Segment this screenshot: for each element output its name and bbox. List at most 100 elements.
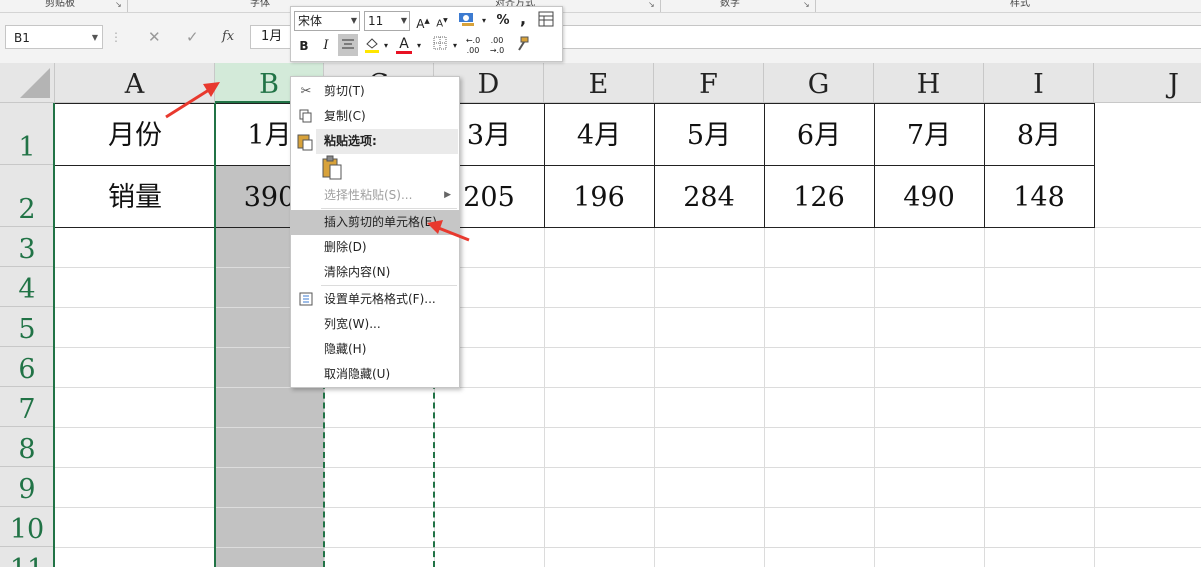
- cell-f2[interactable]: 284: [654, 165, 764, 227]
- font-name-select[interactable]: 宋体 ▼: [294, 11, 360, 31]
- ribbon-separator: [127, 0, 128, 12]
- insert-function-icon[interactable]: fx: [222, 25, 234, 49]
- column-header-i[interactable]: I: [984, 63, 1094, 103]
- cell-i2[interactable]: 148: [984, 165, 1094, 227]
- gridline: [55, 467, 1201, 468]
- ribbon-group-labels: 剪贴板 ↘ 字体 对齐方式 ↘ 数字 ↘ 样式: [0, 0, 1201, 13]
- bold-button[interactable]: B: [295, 36, 313, 56]
- column-header-h[interactable]: H: [874, 63, 984, 103]
- font-name-value: 宋体: [298, 14, 323, 28]
- menu-item-unhide[interactable]: 取消隐藏(U): [291, 362, 459, 387]
- gridline: [55, 267, 1201, 268]
- gridline: [55, 307, 1201, 308]
- cell-h2[interactable]: 490: [874, 165, 984, 227]
- menu-item-clear-contents[interactable]: 清除内容(N): [291, 260, 459, 285]
- format-painter-icon[interactable]: [513, 36, 531, 56]
- cell-i1[interactable]: 8月: [984, 103, 1094, 165]
- table-border: [544, 103, 545, 227]
- row-selection-indicator: [0, 103, 55, 567]
- menu-item-copy[interactable]: 复制(C): [291, 104, 459, 129]
- italic-button[interactable]: I: [317, 36, 335, 56]
- menu-item-column-width[interactable]: 列宽(W)...: [291, 312, 459, 337]
- paste-options-header: 粘贴选项:: [316, 129, 458, 154]
- cell-a1[interactable]: 月份: [55, 103, 215, 165]
- chevron-down-icon: ▼: [350, 16, 357, 25]
- column-header-g[interactable]: G: [764, 63, 874, 103]
- menu-item-format-cells[interactable]: 设置单元格格式(F)...: [291, 287, 459, 312]
- gridline: [55, 547, 1201, 548]
- menu-item-delete[interactable]: 删除(D): [291, 235, 459, 260]
- ribbon-separator: [815, 0, 816, 12]
- table-border: [55, 165, 1095, 166]
- chevron-down-icon[interactable]: ▾: [415, 36, 423, 56]
- number-launcher-icon[interactable]: ↘: [803, 0, 810, 9]
- ribbon-group-clipboard: 剪贴板: [45, 0, 75, 9]
- cell-g2[interactable]: 126: [764, 165, 874, 227]
- font-color-icon[interactable]: A: [395, 34, 413, 54]
- percent-style-icon[interactable]: %: [494, 11, 512, 31]
- scissors-icon: ✂: [300, 84, 312, 99]
- cancel-icon[interactable]: ✕: [148, 25, 161, 49]
- alignment-launcher-icon[interactable]: ↘: [648, 0, 655, 9]
- paste-options-icon: [297, 129, 315, 154]
- menu-separator: [321, 285, 457, 286]
- ribbon-group-styles: 样式: [1010, 0, 1030, 9]
- menu-item-cut[interactable]: ✂ 剪切(T): [291, 79, 459, 104]
- formula-bar-area: B1 ▼ ⋮ ✕ ✓ fx 1月: [0, 13, 1201, 63]
- cell-h1[interactable]: 7月: [874, 103, 984, 165]
- select-all-corner[interactable]: [0, 63, 55, 103]
- chevron-down-icon[interactable]: ▾: [382, 36, 390, 56]
- clipboard-launcher-icon[interactable]: ↘: [115, 0, 122, 9]
- enter-icon[interactable]: ✓: [186, 25, 199, 49]
- menu-separator: [321, 208, 457, 209]
- decrease-decimal-icon[interactable]: .00 →.0: [487, 36, 507, 56]
- cell-g1[interactable]: 6月: [764, 103, 874, 165]
- name-box[interactable]: B1 ▼: [5, 25, 103, 49]
- column-header-f[interactable]: F: [654, 63, 764, 103]
- menu-item-paste-special[interactable]: 选择性粘贴(S)... ▶: [291, 183, 459, 208]
- accounting-format-icon[interactable]: [457, 11, 477, 31]
- chevron-down-icon[interactable]: ▼: [92, 26, 98, 50]
- format-cells-icon: [297, 287, 315, 312]
- cell-a2[interactable]: 销量: [55, 165, 215, 227]
- center-align-icon[interactable]: [338, 34, 358, 56]
- ribbon-group-number: 数字: [720, 0, 740, 9]
- gridline: [55, 427, 1201, 428]
- fill-color-icon[interactable]: [363, 36, 381, 56]
- chevron-down-icon[interactable]: ▾: [451, 36, 459, 56]
- ribbon-separator: [660, 0, 661, 12]
- cell-e2[interactable]: 196: [544, 165, 654, 227]
- cell-f1[interactable]: 5月: [654, 103, 764, 165]
- table-border: [874, 103, 875, 227]
- more-dots-icon: ⋮: [110, 30, 122, 44]
- name-box-value: B1: [14, 31, 30, 45]
- submenu-arrow-icon: ▶: [444, 190, 451, 200]
- paste-clipboard-icon[interactable]: [321, 155, 343, 181]
- increase-font-size-icon[interactable]: A▲: [415, 11, 431, 31]
- menu-item-hide[interactable]: 隐藏(H): [291, 337, 459, 362]
- chevron-down-icon: ▼: [400, 16, 407, 25]
- gridline: [55, 387, 1201, 388]
- comma-style-icon[interactable]: ,: [517, 9, 529, 29]
- gridline: [55, 347, 1201, 348]
- context-menu: ✂ 剪切(T) 复制(C) 粘贴选项: 选择性粘贴(S)... ▶ 插入剪切的单…: [290, 76, 460, 388]
- column-header-j[interactable]: J: [1094, 63, 1201, 103]
- cell-e1[interactable]: 4月: [544, 103, 654, 165]
- table-border: [764, 103, 765, 227]
- copy-icon: [297, 104, 315, 129]
- table-border: [55, 227, 1095, 228]
- mini-toolbar: 宋体 ▼ 11 ▼ A▲ A▼ ▾ % , B I ▾ A ▾ ▾ ←.0.00…: [290, 6, 563, 62]
- decrease-font-size-icon[interactable]: A▼: [435, 11, 449, 31]
- column-header-a[interactable]: A: [55, 63, 215, 103]
- font-size-select[interactable]: 11 ▼: [364, 11, 410, 31]
- increase-decimal-icon[interactable]: ←.0.00: [463, 36, 483, 56]
- gridline: [55, 507, 1201, 508]
- font-size-value: 11: [368, 14, 384, 28]
- table-border: [55, 103, 1095, 104]
- table-border: [654, 103, 655, 227]
- column-header-e[interactable]: E: [544, 63, 654, 103]
- chevron-down-icon[interactable]: ▾: [480, 11, 488, 31]
- format-table-icon[interactable]: [536, 11, 556, 31]
- menu-item-insert-cut-cells[interactable]: 插入剪切的单元格(E): [291, 210, 459, 235]
- borders-icon[interactable]: [431, 36, 449, 56]
